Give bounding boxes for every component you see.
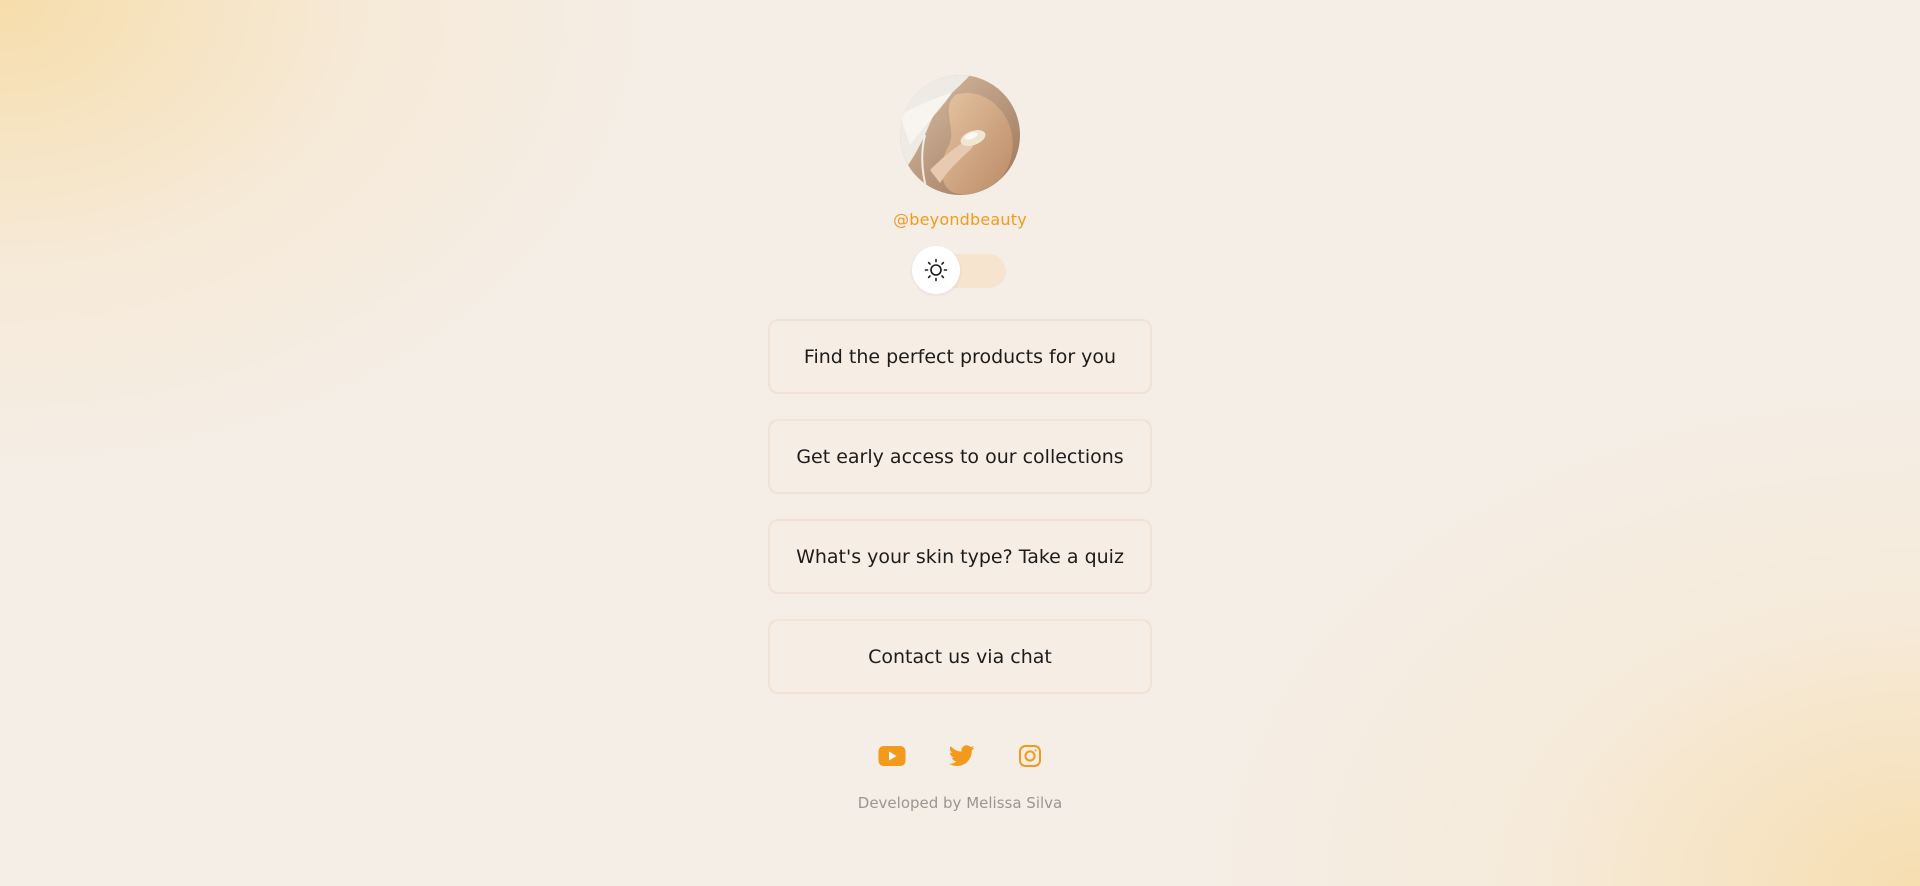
link-label: What's your skin type? Take a quiz — [796, 545, 1124, 568]
avatar — [900, 75, 1020, 195]
instagram-link[interactable] — [1016, 742, 1044, 770]
link-button-skin-quiz[interactable]: What's your skin type? Take a quiz — [768, 519, 1152, 594]
linktree-page: @beyondbeauty Find the perfect products … — [0, 0, 1920, 886]
link-label: Find the perfect products for you — [803, 345, 1117, 368]
link-list: Find the perfect products for you Get ea… — [768, 319, 1152, 719]
social-links — [0, 742, 1920, 770]
theme-toggle-knob[interactable] — [912, 246, 960, 294]
youtube-icon — [878, 746, 906, 766]
link-button-products[interactable]: Find the perfect products for you — [768, 319, 1152, 394]
theme-toggle[interactable] — [912, 246, 1008, 294]
profile-handle: @beyondbeauty — [893, 210, 1027, 229]
twitter-link[interactable] — [948, 742, 976, 770]
twitter-icon — [949, 745, 975, 766]
youtube-link[interactable] — [878, 742, 906, 770]
instagram-icon — [1019, 745, 1041, 767]
footer-credit: Developed by Melissa Silva — [857, 794, 1063, 812]
sun-icon — [924, 258, 948, 282]
link-label: Get early access to our collections — [796, 445, 1124, 468]
link-button-contact-chat[interactable]: Contact us via chat — [768, 619, 1152, 694]
link-button-early-access[interactable]: Get early access to our collections — [768, 419, 1152, 494]
link-label: Contact us via chat — [868, 645, 1052, 668]
